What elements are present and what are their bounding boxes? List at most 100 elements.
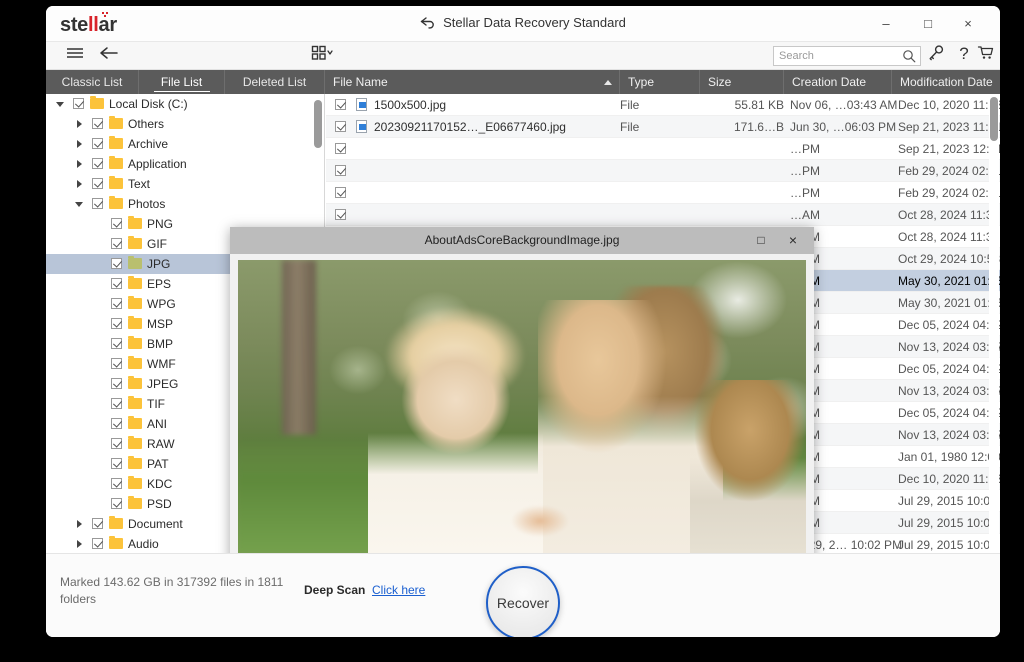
background-page-text-fragment	[56, 650, 526, 661]
tree-item-checkbox[interactable]	[92, 158, 103, 169]
column-header-modification-date[interactable]: Modification Date	[892, 70, 1000, 94]
tree-item-label: Archive	[128, 137, 169, 151]
file-row-checkbox[interactable]	[335, 187, 346, 198]
chevron-right-icon[interactable]	[75, 179, 85, 189]
file-row-checkbox[interactable]	[335, 165, 346, 176]
sort-ascending-icon	[604, 80, 612, 85]
search-input[interactable]: Search	[779, 47, 814, 65]
deep-scan-link[interactable]: Click here	[372, 583, 425, 597]
image-file-icon	[356, 98, 367, 111]
preview-maximize-button[interactable]: □	[752, 232, 770, 249]
tree-item-checkbox[interactable]	[111, 438, 122, 449]
cell-modified: Dec 05, 2024 04:02 PM	[898, 318, 1000, 332]
tree-item-checkbox[interactable]	[111, 318, 122, 329]
tree-item-checkbox[interactable]	[111, 498, 122, 509]
tree-item-others[interactable]: Others	[46, 114, 324, 134]
chevron-right-icon[interactable]	[75, 539, 85, 549]
image-preview-dialog[interactable]: AboutAdsCoreBackgroundImage.jpg □ × Reco…	[230, 227, 814, 589]
chevron-right-icon[interactable]	[75, 159, 85, 169]
file-list-scrollbar[interactable]	[989, 94, 999, 553]
tree-item-label: TIF	[147, 397, 165, 411]
tree-item-checkbox[interactable]	[92, 138, 103, 149]
tab-file-list[interactable]: File List	[139, 70, 225, 94]
tree-item-text[interactable]: Text	[46, 174, 324, 194]
minimize-button[interactable]: –	[876, 15, 896, 33]
tree-item-label: KDC	[147, 477, 173, 491]
key-icon[interactable]	[926, 44, 946, 66]
recover-button[interactable]: Recover	[486, 566, 560, 637]
preview-image	[238, 260, 806, 553]
tree-item-checkbox[interactable]	[111, 418, 122, 429]
tree-item-checkbox[interactable]	[92, 198, 103, 209]
file-row-checkbox[interactable]	[335, 121, 346, 132]
tree-item-checkbox[interactable]	[92, 538, 103, 549]
cell-modified: Dec 10, 2020 11:23 PM	[898, 98, 1000, 112]
file-row-checkbox[interactable]	[335, 143, 346, 154]
column-header-file-name[interactable]: File Name	[325, 70, 620, 94]
tree-item-local-disk-c[interactable]: Local Disk (C:)	[46, 94, 324, 114]
table-row[interactable]: …PM Feb 29, 2024 02:11 AM	[326, 160, 1000, 182]
tree-item-checkbox[interactable]	[111, 218, 122, 229]
hamburger-menu-icon[interactable]	[64, 45, 86, 67]
chevron-right-icon[interactable]	[75, 119, 85, 129]
tree-item-label: ANI	[147, 417, 168, 431]
tree-item-checkbox[interactable]	[111, 258, 122, 269]
back-arrow-icon[interactable]	[98, 45, 120, 67]
file-row-checkbox[interactable]	[335, 209, 346, 220]
tree-item-application[interactable]: Application	[46, 154, 324, 174]
tree-item-checkbox[interactable]	[73, 98, 84, 109]
preview-close-button[interactable]: ×	[784, 232, 802, 249]
tree-item-checkbox[interactable]	[111, 378, 122, 389]
photo-girl-layer	[690, 380, 806, 553]
tree-item-checkbox[interactable]	[111, 458, 122, 469]
back-arrow-icon	[420, 17, 436, 32]
tree-item-checkbox[interactable]	[92, 178, 103, 189]
tree-item-checkbox[interactable]	[111, 238, 122, 249]
tree-item-checkbox[interactable]	[111, 278, 122, 289]
folder-icon	[128, 276, 142, 289]
cell-modified: Jul 29, 2015 10:02 PM	[898, 494, 1000, 508]
shopping-cart-icon[interactable]	[976, 44, 996, 66]
cell-modified: Nov 13, 2024 03:57 PM	[898, 384, 1000, 398]
preview-title-bar[interactable]: AboutAdsCoreBackgroundImage.jpg □ ×	[230, 227, 814, 254]
help-icon[interactable]: ?	[956, 43, 972, 65]
table-row[interactable]: 20230921170152…_E06677460.jpg File 171.6…B…	[326, 116, 1000, 138]
file-row-checkbox[interactable]	[335, 99, 346, 110]
tree-scrollbar-thumb[interactable]	[314, 100, 322, 148]
cell-modified: Feb 29, 2024 02:11 AM	[898, 164, 1000, 178]
table-row[interactable]: 1500x500.jpg File 55.81 KB Nov 06, …03:43 A…	[326, 94, 1000, 116]
tree-item-checkbox[interactable]	[111, 398, 122, 409]
tree-item-label: Others	[128, 117, 165, 131]
column-header-type[interactable]: Type	[620, 70, 700, 94]
tab-classic-list[interactable]: Classic List	[46, 70, 139, 94]
tree-item-checkbox[interactable]	[111, 298, 122, 309]
close-button[interactable]: ×	[958, 15, 978, 33]
photo-tree-trunk-layer	[282, 260, 316, 435]
tree-item-checkbox[interactable]	[111, 478, 122, 489]
file-list-scrollbar-thumb[interactable]	[990, 97, 998, 141]
search-icon[interactable]	[902, 49, 916, 63]
tree-item-archive[interactable]: Archive	[46, 134, 324, 154]
folder-icon	[109, 516, 123, 529]
tab-deleted-list[interactable]: Deleted List	[225, 70, 325, 94]
maximize-button[interactable]: □	[918, 15, 938, 33]
table-row[interactable]: …PM Feb 29, 2024 02:11 AM	[326, 182, 1000, 204]
chevron-right-icon[interactable]	[75, 519, 85, 529]
chevron-down-icon[interactable]	[75, 199, 85, 209]
table-row[interactable]: …AM Oct 28, 2024 11:32 AM	[326, 204, 1000, 226]
tree-item-checkbox[interactable]	[111, 358, 122, 369]
tree-item-checkbox[interactable]	[111, 338, 122, 349]
tree-item-label: EPS	[147, 277, 172, 291]
tree-item-checkbox[interactable]	[92, 518, 103, 529]
chevron-down-icon[interactable]	[56, 99, 66, 109]
table-row[interactable]: …PM Sep 21, 2023 12:21 PM	[326, 138, 1000, 160]
folder-icon	[109, 136, 123, 149]
search-box[interactable]: Search	[773, 46, 921, 66]
grid-view-icon[interactable]	[308, 45, 338, 67]
column-header-size[interactable]: Size	[700, 70, 784, 94]
folder-icon	[128, 336, 142, 349]
column-header-creation-date[interactable]: Creation Date	[784, 70, 892, 94]
tree-item-photos[interactable]: Photos	[46, 194, 324, 214]
tree-item-checkbox[interactable]	[92, 118, 103, 129]
chevron-right-icon[interactable]	[75, 139, 85, 149]
